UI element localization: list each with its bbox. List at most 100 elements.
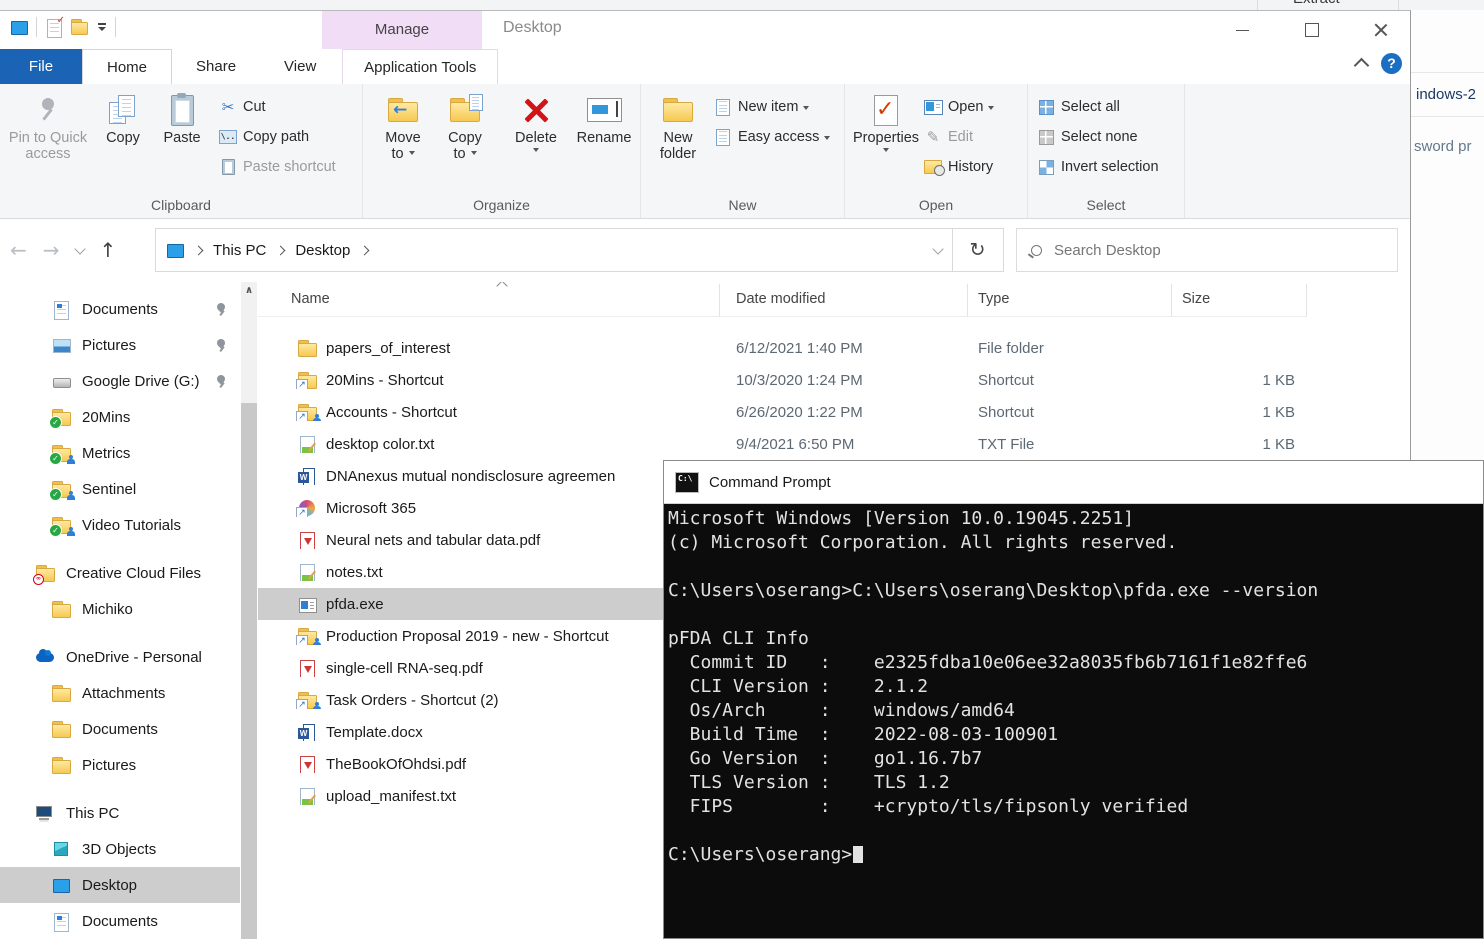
title-bar[interactable]: ✓ Manage Desktop: [0, 11, 1410, 49]
button-label: New folder: [656, 130, 700, 162]
sidebar-item-documents[interactable]: Documents: [0, 291, 240, 327]
breadcrumb-this-pc[interactable]: This PC: [213, 242, 266, 259]
sidebar-item-label: Documents: [82, 301, 158, 318]
sidebar-item-sentinel[interactable]: ✓Sentinel: [0, 471, 240, 507]
sidebar-item-label: OneDrive - Personal: [66, 649, 202, 666]
dropdown-caret-icon: [803, 106, 809, 113]
address-bar[interactable]: This PC Desktop: [155, 228, 953, 272]
sidebar-item-attachments[interactable]: Attachments: [0, 675, 240, 711]
file-name-cell: ↗20Mins - Shortcut: [258, 372, 720, 389]
minimize-button[interactable]: [1232, 19, 1254, 41]
shared-synced-folder-icon: ✓: [52, 517, 72, 534]
recent-locations-icon[interactable]: [74, 243, 85, 254]
file-row[interactable]: papers_of_interest6/12/2021 1:40 PMFile …: [258, 332, 1410, 364]
copy-button[interactable]: Copy: [94, 86, 152, 196]
cut-button[interactable]: ✂ Cut: [218, 95, 336, 119]
rename-button[interactable]: Rename: [571, 86, 637, 196]
new-item-button[interactable]: New item: [713, 95, 830, 119]
file-date-cell: 6/12/2021 1:40 PM: [720, 340, 968, 357]
sidebar-item-pictures[interactable]: Pictures: [0, 327, 240, 363]
breadcrumb-chevron-icon: [276, 245, 286, 255]
sidebar-item-onedrive-personal[interactable]: OneDrive - Personal: [0, 639, 240, 675]
tab-home[interactable]: Home: [82, 49, 172, 84]
easy-access-icon: [716, 129, 730, 146]
breadcrumb-desktop[interactable]: Desktop: [295, 242, 350, 259]
select-all-button[interactable]: Select all: [1036, 95, 1159, 119]
file-row[interactable]: ↗20Mins - Shortcut10/3/2020 1:24 PMShort…: [258, 364, 1410, 396]
tab-share[interactable]: Share: [172, 49, 260, 84]
sidebar-item-label: Documents: [82, 913, 158, 930]
column-header-name[interactable]: Name: [258, 284, 720, 317]
command-prompt-title: Command Prompt: [709, 474, 831, 491]
sidebar-item-documents[interactable]: Documents: [0, 903, 240, 939]
copy-path-button[interactable]: \.. Copy path: [218, 125, 336, 149]
up-button[interactable]: ↑: [100, 238, 117, 262]
open-button[interactable]: Open: [923, 95, 994, 119]
file-row[interactable]: ↗Accounts - Shortcut6/26/2020 1:22 PMSho…: [258, 396, 1410, 428]
easy-access-button[interactable]: Easy access: [713, 125, 830, 149]
background-text-fragment: indows-2: [1416, 86, 1476, 103]
collapse-ribbon-icon[interactable]: [1354, 58, 1370, 74]
tab-application-tools[interactable]: Application Tools: [342, 49, 498, 84]
file-size-cell: 1 KB: [1172, 404, 1307, 421]
sidebar-item-video-tutorials[interactable]: ✓Video Tutorials: [0, 507, 240, 543]
application-file-icon: [298, 596, 318, 613]
column-header-date[interactable]: Date modified: [720, 284, 968, 317]
column-headers: Name Date modified Type Size: [258, 284, 1410, 317]
sidebar-item-google-drive-g-[interactable]: Google Drive (G:): [0, 363, 240, 399]
history-button[interactable]: History: [923, 155, 994, 179]
history-icon: [924, 160, 942, 174]
pdf-file-icon: [298, 660, 318, 677]
sidebar-item-metrics[interactable]: ✓Metrics: [0, 435, 240, 471]
new-folder-button[interactable]: New folder: [647, 86, 709, 196]
file-row[interactable]: desktop color.txt9/4/2021 6:50 PMTXT Fil…: [258, 428, 1410, 460]
delete-icon: [523, 97, 550, 124]
button-label: Copy to: [444, 130, 486, 162]
edit-button[interactable]: ✎ Edit: [923, 125, 994, 149]
sidebar-scrollbar[interactable]: ∧: [241, 282, 257, 939]
pin-to-quick-access-button[interactable]: Pin to Quick access: [2, 86, 94, 196]
file-name: notes.txt: [326, 564, 383, 581]
sidebar-item-documents[interactable]: Documents: [0, 711, 240, 747]
properties-qat-button[interactable]: ✓: [45, 19, 63, 35]
divider: [1398, 0, 1399, 10]
command-prompt-title-bar[interactable]: Command Prompt: [664, 461, 1483, 504]
scrollbar-thumb[interactable]: [241, 403, 257, 939]
sidebar-item-20mins[interactable]: ✓20Mins: [0, 399, 240, 435]
sidebar-item-this-pc[interactable]: This PC: [0, 795, 240, 831]
file-name-cell: upload_manifest.txt: [258, 788, 720, 805]
scroll-up-icon[interactable]: ∧: [241, 284, 257, 298]
pdf-file-icon: [298, 756, 318, 773]
back-button[interactable]: ←: [10, 238, 27, 262]
forward-button[interactable]: →: [43, 238, 60, 262]
delete-button[interactable]: Delete: [501, 86, 571, 196]
sidebar-item-3d-objects[interactable]: 3D Objects: [0, 831, 240, 867]
sidebar-item-creative-cloud-files[interactable]: ∞Creative Cloud Files: [0, 555, 240, 591]
search-box[interactable]: Search Desktop: [1016, 228, 1398, 272]
customize-qat-button[interactable]: [97, 21, 107, 33]
refresh-button[interactable]: ↻: [952, 228, 1004, 272]
tab-file[interactable]: File: [0, 49, 82, 84]
file-type-cell: Shortcut: [968, 372, 1172, 389]
sidebar-item-label: Google Drive (G:): [82, 373, 200, 390]
paste-shortcut-button[interactable]: Paste shortcut: [218, 155, 336, 179]
paste-button[interactable]: Paste: [152, 86, 212, 196]
address-dropdown-icon[interactable]: [932, 243, 943, 254]
new-folder-qat-button[interactable]: [71, 19, 89, 35]
tab-view[interactable]: View: [260, 49, 340, 84]
invert-selection-button[interactable]: Invert selection: [1036, 155, 1159, 179]
close-button[interactable]: [1370, 19, 1392, 41]
column-header-size[interactable]: Size: [1172, 284, 1307, 317]
sidebar-item-michiko[interactable]: Michiko: [0, 591, 240, 627]
button-label: Invert selection: [1061, 159, 1159, 175]
sidebar-item-desktop[interactable]: Desktop: [0, 867, 240, 903]
column-header-type[interactable]: Type: [968, 284, 1172, 317]
sidebar-item-pictures[interactable]: Pictures: [0, 747, 240, 783]
divider: [1411, 72, 1484, 73]
move-to-button[interactable]: ← Move to: [371, 86, 435, 196]
help-button[interactable]: ?: [1381, 53, 1402, 74]
maximize-button[interactable]: [1301, 19, 1323, 41]
properties-button[interactable]: ✓ Properties: [849, 86, 923, 196]
copy-to-button[interactable]: Copy to: [435, 86, 495, 196]
select-none-button[interactable]: Select none: [1036, 125, 1159, 149]
